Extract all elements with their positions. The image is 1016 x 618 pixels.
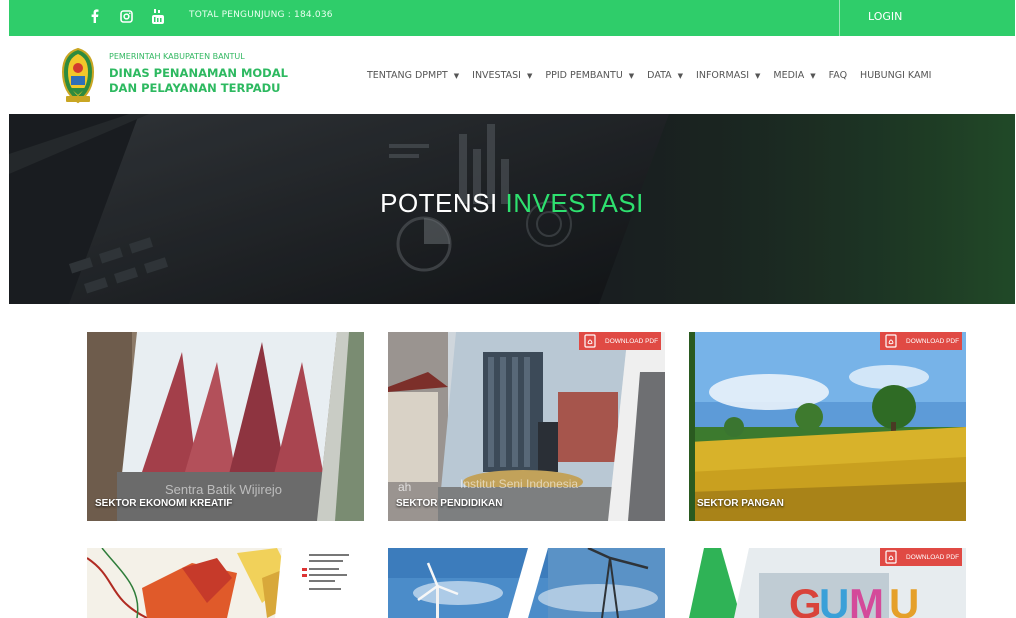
nav-media-label: MEDIA (773, 70, 805, 81)
nav-hubungi[interactable]: HUBUNGI KAMI (860, 70, 931, 81)
svg-text:U: U (889, 580, 919, 618)
download-pdf-button[interactable]: DOWNLOAD PDF (579, 332, 661, 350)
site-header: PEMERINTAH KABUPATEN BANTUL DINAS PENANA… (9, 36, 1015, 114)
sector-card-label: SEKTOR PENDIDIKAN (396, 498, 503, 509)
image-caption: Sentra Batik Wijirejo (165, 482, 283, 497)
instagram-icon[interactable] (118, 8, 134, 24)
nav-ppid-label: PPID PEMBANTU (545, 70, 623, 81)
caret-down-icon: ▼ (526, 71, 533, 80)
pdf-icon (584, 334, 596, 348)
facebook-icon[interactable] (87, 8, 103, 24)
hero-banner: POTENSI INVESTASI (9, 114, 1015, 304)
nav-tentang-label: TENTANG DPMPT (367, 70, 448, 81)
sector-image (388, 548, 665, 618)
sector-card-row2-1[interactable] (87, 548, 364, 618)
login-label: LOGIN (868, 10, 903, 23)
sector-card-row2-3[interactable]: G U M U DOWNLOAD PDF (689, 548, 966, 618)
login-button[interactable]: LOGIN (839, 0, 1015, 36)
nav-investasi-label: INVESTASI (472, 70, 521, 81)
nav-ppid[interactable]: PPID PEMBANTU ▼ (545, 70, 634, 81)
main-nav: TENTANG DPMPT ▼ INVESTASI ▼ PPID PEMBANT… (367, 70, 931, 81)
download-pdf-label: DOWNLOAD PDF (906, 553, 960, 561)
sector-image (689, 332, 966, 521)
sector-card-pendidikan[interactable]: Institut Seni Indonesia ah SEKTOR PENDID… (388, 332, 665, 521)
brand-title[interactable]: DINAS PENANAMAN MODAL DAN PELAYANAN TERP… (109, 66, 309, 96)
sector-image (87, 548, 364, 618)
sector-card-pangan[interactable]: SEKTOR PANGAN DOWNLOAD PDF (689, 332, 966, 521)
sector-card-label: SEKTOR PANGAN (697, 498, 784, 509)
nav-tentang[interactable]: TENTANG DPMPT ▼ (367, 70, 459, 81)
sector-image (388, 332, 665, 521)
youtube-icon[interactable] (150, 8, 166, 24)
pdf-icon (885, 334, 897, 348)
sector-card-row2-2[interactable] (388, 548, 665, 618)
download-pdf-button[interactable]: DOWNLOAD PDF (880, 332, 962, 350)
svg-text:M: M (849, 580, 884, 618)
download-pdf-label: DOWNLOAD PDF (605, 337, 659, 345)
image-caption-overlap: ah (398, 480, 412, 494)
caret-down-icon: ▼ (628, 71, 635, 80)
svg-text:G: G (789, 580, 822, 618)
caret-down-icon: ▼ (755, 71, 761, 80)
sector-card-ekonomi-kreatif[interactable]: Sentra Batik Wijirejo SEKTOR EKONOMI KRE… (87, 332, 364, 521)
page-title-white: POTENSI (380, 188, 498, 218)
sector-card-label: SEKTOR EKONOMI KREATIF (95, 498, 233, 509)
nav-informasi-label: INFORMASI (696, 70, 750, 81)
visitor-counter: TOTAL PENGUNJUNG : 184.036 (189, 10, 333, 20)
bantul-logo[interactable] (61, 47, 95, 104)
nav-hubungi-label: HUBUNGI KAMI (860, 70, 932, 81)
nav-faq[interactable]: FAQ (829, 70, 847, 81)
download-pdf-label: DOWNLOAD PDF (906, 337, 960, 345)
nav-informasi[interactable]: INFORMASI ▼ (696, 70, 760, 81)
nav-media[interactable]: MEDIA ▼ (773, 70, 815, 81)
top-bar: TOTAL PENGUNJUNG : 184.036 LOGIN (9, 0, 1015, 36)
caret-down-icon: ▼ (453, 71, 460, 80)
download-pdf-button[interactable]: DOWNLOAD PDF (880, 548, 962, 566)
caret-down-icon: ▼ (810, 71, 816, 80)
nav-data[interactable]: DATA ▼ (647, 70, 683, 81)
pdf-icon (885, 550, 897, 564)
nav-data-label: DATA (647, 70, 672, 81)
svg-text:U: U (819, 580, 849, 618)
image-caption: Institut Seni Indonesia (460, 477, 579, 491)
nav-investasi[interactable]: INVESTASI ▼ (472, 70, 532, 81)
caret-down-icon: ▼ (677, 71, 684, 80)
page-title: POTENSI INVESTASI (9, 188, 1015, 219)
brand-subtitle: PEMERINTAH KABUPATEN BANTUL (109, 52, 245, 61)
page-title-green: INVESTASI (505, 188, 644, 218)
nav-faq-label: FAQ (828, 70, 848, 81)
